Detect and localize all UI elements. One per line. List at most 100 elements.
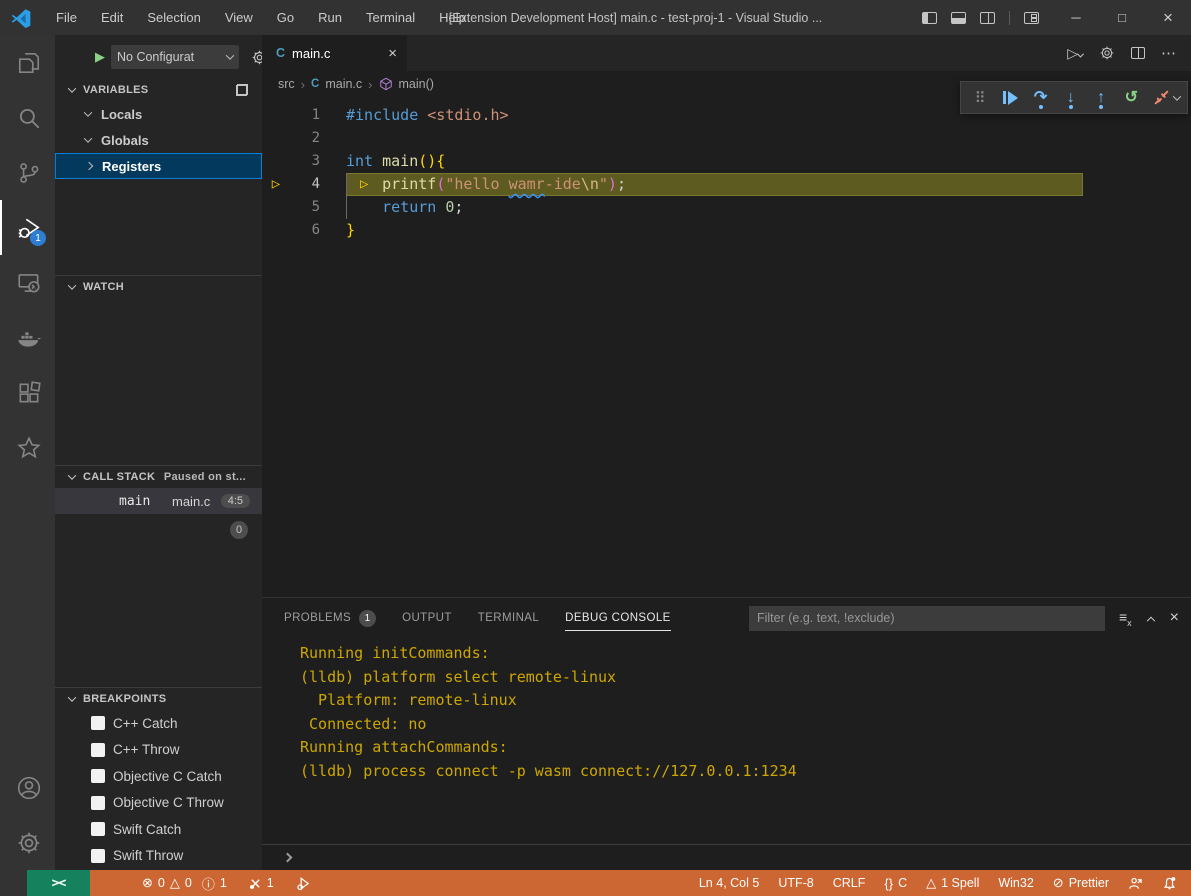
variables-item-locals[interactable]: Locals	[55, 101, 262, 127]
remote-explorer-icon[interactable]	[0, 255, 55, 310]
breakpoint-row[interactable]: C++ Catch	[55, 710, 262, 737]
docker-icon[interactable]	[0, 310, 55, 365]
platform-status[interactable]: Win32	[998, 876, 1033, 890]
breakpoint-checkbox[interactable]	[91, 743, 105, 757]
explorer-icon[interactable]	[0, 35, 55, 90]
glyph-margin	[262, 219, 290, 242]
breakpoint-row[interactable]: Swift Throw	[55, 843, 262, 870]
continue-button[interactable]	[998, 86, 1022, 110]
extensions-icon[interactable]	[0, 365, 55, 420]
start-debug-icon[interactable]: ▶	[95, 49, 105, 65]
star-icon[interactable]	[0, 420, 55, 475]
debug-session-status[interactable]	[296, 876, 311, 891]
breakpoint-checkbox[interactable]	[91, 849, 105, 863]
glyph-margin	[262, 196, 290, 219]
notifications-status[interactable]	[1162, 876, 1177, 891]
tab-main-c[interactable]: C main.c ×	[262, 35, 407, 71]
warning-icon: △	[170, 875, 180, 891]
toggle-sidebar-icon[interactable]	[922, 12, 937, 24]
breakpoint-row[interactable]: C++ Throw	[55, 737, 262, 764]
restart-button[interactable]: ↺	[1119, 86, 1143, 110]
maximize-button[interactable]: □	[1099, 0, 1145, 35]
console-filter-input[interactable]	[749, 606, 1105, 631]
close-panel-icon[interactable]: ×	[1170, 609, 1179, 627]
code-editor[interactable]: 1#include <stdio.h>23int main(){▷4 print…	[262, 97, 1191, 597]
step-into-button[interactable]: ↓	[1059, 86, 1083, 110]
breakpoint-row[interactable]: Swift Catch	[55, 816, 262, 843]
variables-section-header[interactable]: VARIABLES	[55, 79, 262, 101]
feedback-status[interactable]	[1128, 876, 1143, 891]
step-over-button[interactable]: ↷	[1029, 86, 1053, 110]
disconnect-button[interactable]	[1150, 86, 1174, 110]
run-and-debug-icon[interactable]: 1	[0, 200, 55, 255]
chevron-down-icon[interactable]	[1173, 92, 1181, 100]
problems-status[interactable]: ⊗0 △0 ⓘ1	[142, 874, 227, 893]
code-line-2[interactable]: 2	[262, 127, 1191, 150]
formatter-status[interactable]: ⊘ Prettier	[1053, 875, 1109, 891]
problems-count-badge: 1	[359, 610, 376, 627]
variables-item-globals[interactable]: Globals	[55, 127, 262, 153]
variables-title: VARIABLES	[83, 84, 148, 96]
step-out-button[interactable]: ↑	[1089, 86, 1113, 110]
code-line-5[interactable]: 5 return 0;	[262, 196, 1191, 219]
encoding[interactable]: UTF-8	[778, 876, 813, 890]
breakpoint-row[interactable]: Objective C Catch	[55, 763, 262, 790]
editor-gear-icon[interactable]	[1099, 45, 1115, 61]
panel-tab-label: OUTPUT	[402, 612, 452, 624]
tools-status[interactable]: 1	[249, 876, 274, 890]
breakpoint-row[interactable]: Objective C Throw	[55, 790, 262, 817]
breakpoint-checkbox[interactable]	[91, 716, 105, 730]
toolbar-drag-grip[interactable]: ⠿	[968, 86, 992, 110]
run-or-debug-button[interactable]: ▷	[1067, 45, 1083, 62]
breakpoint-checkbox[interactable]	[91, 796, 105, 810]
collapse-all-icon[interactable]	[236, 84, 248, 96]
watch-section-header[interactable]: WATCH	[55, 276, 262, 298]
remote-indicator[interactable]: ><	[27, 870, 90, 896]
close-window-button[interactable]: ×	[1145, 0, 1191, 35]
config-gear-icon[interactable]	[251, 49, 262, 66]
toggle-panel-icon[interactable]	[951, 12, 966, 24]
variables-item-registers[interactable]: Registers	[55, 153, 262, 179]
code-line-3[interactable]: 3int main(){	[262, 150, 1191, 173]
eol-sequence[interactable]: CRLF	[833, 876, 866, 890]
panel-tab-output[interactable]: OUTPUT	[402, 598, 452, 638]
menu-selection[interactable]: Selection	[137, 6, 210, 29]
minimize-button[interactable]: ─	[1053, 0, 1099, 35]
breadcrumb-folder[interactable]: src	[278, 77, 295, 91]
menu-view[interactable]: View	[215, 6, 263, 29]
menu-file[interactable]: File	[46, 6, 87, 29]
cursor-position[interactable]: Ln 4, Col 5	[699, 876, 759, 890]
code-line-6[interactable]: 6}	[262, 219, 1191, 242]
menu-edit[interactable]: Edit	[91, 6, 133, 29]
stack-frame-row[interactable]: main main.c 4:5	[55, 488, 262, 514]
debug-config-dropdown[interactable]: No Configurat	[111, 45, 239, 69]
code-line-4[interactable]: ▷4 printf("hello wamr-ide\n");▷	[262, 173, 1191, 196]
menu-run[interactable]: Run	[308, 6, 352, 29]
callstack-section-header[interactable]: CALL STACK Paused on st...	[55, 466, 262, 488]
panel-tab-problems[interactable]: PROBLEMS1	[284, 598, 376, 638]
spell-checker-status[interactable]: △ 1 Spell	[926, 875, 979, 891]
more-actions-icon[interactable]: ⋯	[1161, 44, 1177, 62]
close-tab-icon[interactable]: ×	[388, 45, 397, 62]
menu-terminal[interactable]: Terminal	[356, 6, 425, 29]
maximize-panel-icon[interactable]	[1146, 617, 1154, 625]
debug-console-input[interactable]	[262, 844, 1191, 869]
panel-tab-terminal[interactable]: TERMINAL	[478, 598, 539, 638]
settings-gear-icon[interactable]	[0, 815, 55, 870]
source-control-icon[interactable]	[0, 145, 55, 200]
language-mode[interactable]: {} C	[884, 876, 907, 891]
breakpoint-checkbox[interactable]	[91, 822, 105, 836]
search-icon[interactable]	[0, 90, 55, 145]
chevron-down-icon	[68, 693, 76, 701]
clear-console-icon[interactable]: ≡x	[1119, 609, 1132, 628]
accounts-icon[interactable]	[0, 760, 55, 815]
breakpoints-section-header[interactable]: BREAKPOINTS	[55, 688, 262, 710]
panel-tab-debug-console[interactable]: DEBUG CONSOLE	[565, 598, 671, 638]
toggle-secondary-sidebar-icon[interactable]	[980, 12, 995, 24]
menu-go[interactable]: Go	[267, 6, 304, 29]
breakpoint-checkbox[interactable]	[91, 769, 105, 783]
customize-layout-icon[interactable]	[1024, 12, 1039, 24]
breadcrumb-file[interactable]: main.c	[325, 77, 362, 91]
split-editor-icon[interactable]	[1131, 47, 1145, 59]
breadcrumb-symbol[interactable]: main()	[399, 77, 434, 91]
